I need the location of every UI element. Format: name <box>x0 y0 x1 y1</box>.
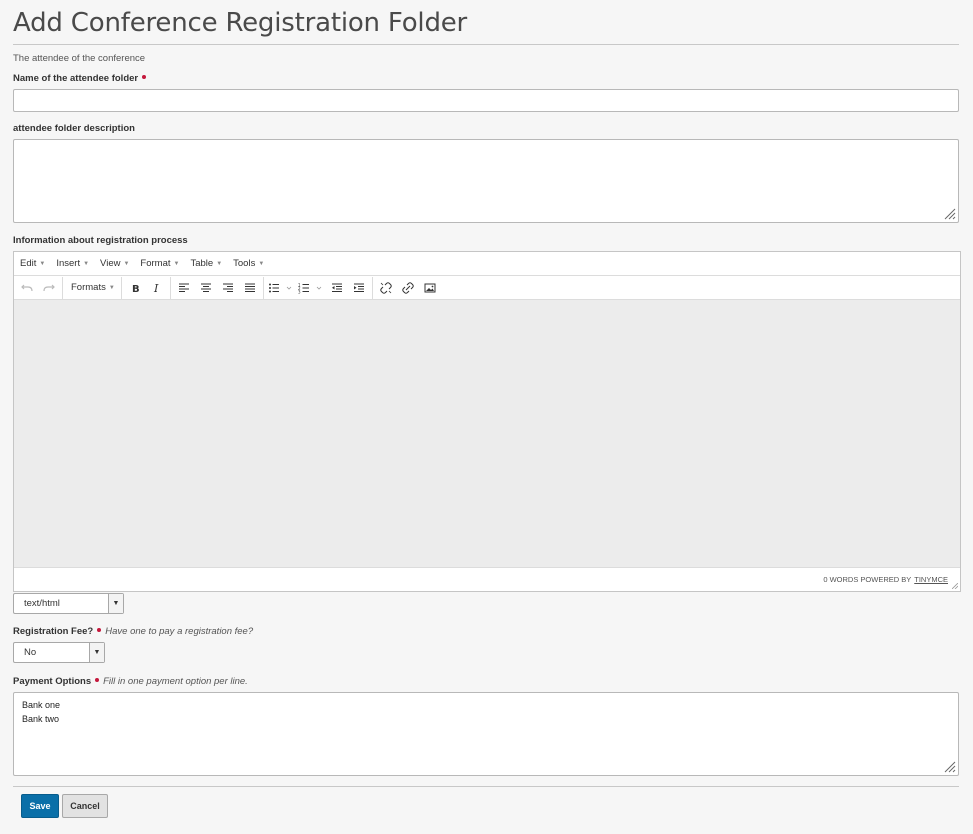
fee-label-text: Registration Fee? <box>13 626 94 637</box>
menu-format[interactable]: Format ▼ <box>140 258 179 269</box>
chevron-down-icon: ▼ <box>173 260 180 267</box>
folder-description-label: attendee folder description <box>13 123 135 134</box>
bold-icon[interactable]: B <box>124 277 146 299</box>
indent-icon[interactable] <box>348 277 370 299</box>
undo-icon[interactable] <box>16 277 38 299</box>
redo-icon[interactable] <box>38 277 60 299</box>
menu-view[interactable]: View ▼ <box>100 258 129 269</box>
required-indicator <box>95 678 100 683</box>
chevron-down-icon: ▼ <box>108 284 115 291</box>
page-description: The attendee of the conference <box>13 53 146 64</box>
chevron-down-icon[interactable]: ▼ <box>108 594 123 613</box>
menu-format-label: Format <box>140 258 171 269</box>
svg-text:B: B <box>132 284 140 294</box>
svg-text:3: 3 <box>298 289 301 294</box>
resize-handle-icon[interactable] <box>944 208 956 220</box>
toolbar-separator <box>169 276 171 299</box>
word-count: 0 WORDS POWERED BY <box>823 575 912 584</box>
payment-options-textarea[interactable]: Bank one Bank two <box>13 692 959 776</box>
formats-label: Formats <box>71 282 106 293</box>
name-input[interactable] <box>13 89 959 112</box>
align-justify-icon[interactable] <box>239 277 261 299</box>
menu-table-label: Table <box>190 258 214 269</box>
align-center-icon[interactable] <box>195 277 217 299</box>
resize-handle-icon[interactable] <box>952 583 958 589</box>
fee-value: No <box>24 647 37 658</box>
title-divider <box>13 44 959 45</box>
name-field-label: Name of the attendee folder <box>13 73 147 84</box>
fee-field-label: Registration Fee? Have one to pay a regis… <box>13 626 253 637</box>
align-right-icon[interactable] <box>217 277 239 299</box>
numbered-list-icon[interactable]: 123 <box>296 277 326 299</box>
cancel-button[interactable]: Cancel <box>62 794 108 818</box>
info-label: Information about registration process <box>13 235 188 246</box>
italic-icon[interactable]: I <box>146 277 168 299</box>
chevron-down-icon: ▼ <box>83 260 90 267</box>
required-indicator <box>142 75 147 80</box>
resize-handle-icon[interactable] <box>944 761 956 773</box>
menu-insert[interactable]: Insert ▼ <box>56 258 89 269</box>
mimetype-value: text/html <box>24 598 60 609</box>
menu-table[interactable]: Table ▼ <box>190 258 222 269</box>
save-button[interactable]: Save <box>21 794 59 818</box>
menu-edit-label: Edit <box>20 258 37 269</box>
name-label-text: Name of the attendee folder <box>13 73 139 84</box>
required-indicator <box>97 628 102 633</box>
editor-content-area[interactable] <box>14 300 960 567</box>
image-icon[interactable] <box>419 277 441 299</box>
align-left-icon[interactable] <box>173 277 195 299</box>
payment-hint: Fill in one payment option per line. <box>103 676 248 687</box>
fee-select[interactable]: No ▼ <box>13 642 105 663</box>
bullet-list-icon[interactable] <box>266 277 296 299</box>
rich-text-editor: Edit ▼ Insert ▼ View ▼ Format ▼ Table ▼ Tools… <box>13 251 961 592</box>
chevron-down-icon: ▼ <box>39 260 46 267</box>
svg-text:I: I <box>153 282 159 294</box>
tinymce-link[interactable]: TINYMCE <box>914 575 948 584</box>
editor-menubar: Edit ▼ Insert ▼ View ▼ Format ▼ Table ▼ Tools… <box>14 252 960 276</box>
chevron-down-icon: ▼ <box>216 260 223 267</box>
unlink-icon[interactable] <box>375 277 397 299</box>
payment-field-label: Payment Options Fill in one payment optio… <box>13 676 248 687</box>
toolbar-separator <box>120 276 122 299</box>
editor-toolbar: Formats ▼ B I 123 <box>14 276 960 300</box>
menu-edit[interactable]: Edit ▼ <box>20 258 45 269</box>
menu-tools[interactable]: Tools ▼ <box>233 258 264 269</box>
chevron-down-icon: ▼ <box>123 260 130 267</box>
link-icon[interactable] <box>397 277 419 299</box>
menu-tools-label: Tools <box>233 258 256 269</box>
toolbar-separator <box>371 276 373 299</box>
folder-description-textarea[interactable] <box>13 139 959 223</box>
payment-label-text: Payment Options <box>13 676 92 687</box>
page-title: Add Conference Registration Folder <box>13 8 468 38</box>
editor-statusbar: 0 WORDS POWERED BY TINYMCE <box>14 567 960 591</box>
formats-dropdown[interactable]: Formats ▼ <box>65 282 119 293</box>
form-actions-divider <box>13 786 959 787</box>
toolbar-separator <box>262 276 264 299</box>
menu-insert-label: Insert <box>56 258 81 269</box>
chevron-down-icon[interactable]: ▼ <box>89 643 104 662</box>
fee-hint: Have one to pay a registration fee? <box>105 626 254 637</box>
menu-view-label: View <box>100 258 121 269</box>
toolbar-separator <box>62 276 63 299</box>
outdent-icon[interactable] <box>326 277 348 299</box>
mimetype-select[interactable]: text/html ▼ <box>13 593 124 614</box>
chevron-down-icon: ▼ <box>258 260 265 267</box>
